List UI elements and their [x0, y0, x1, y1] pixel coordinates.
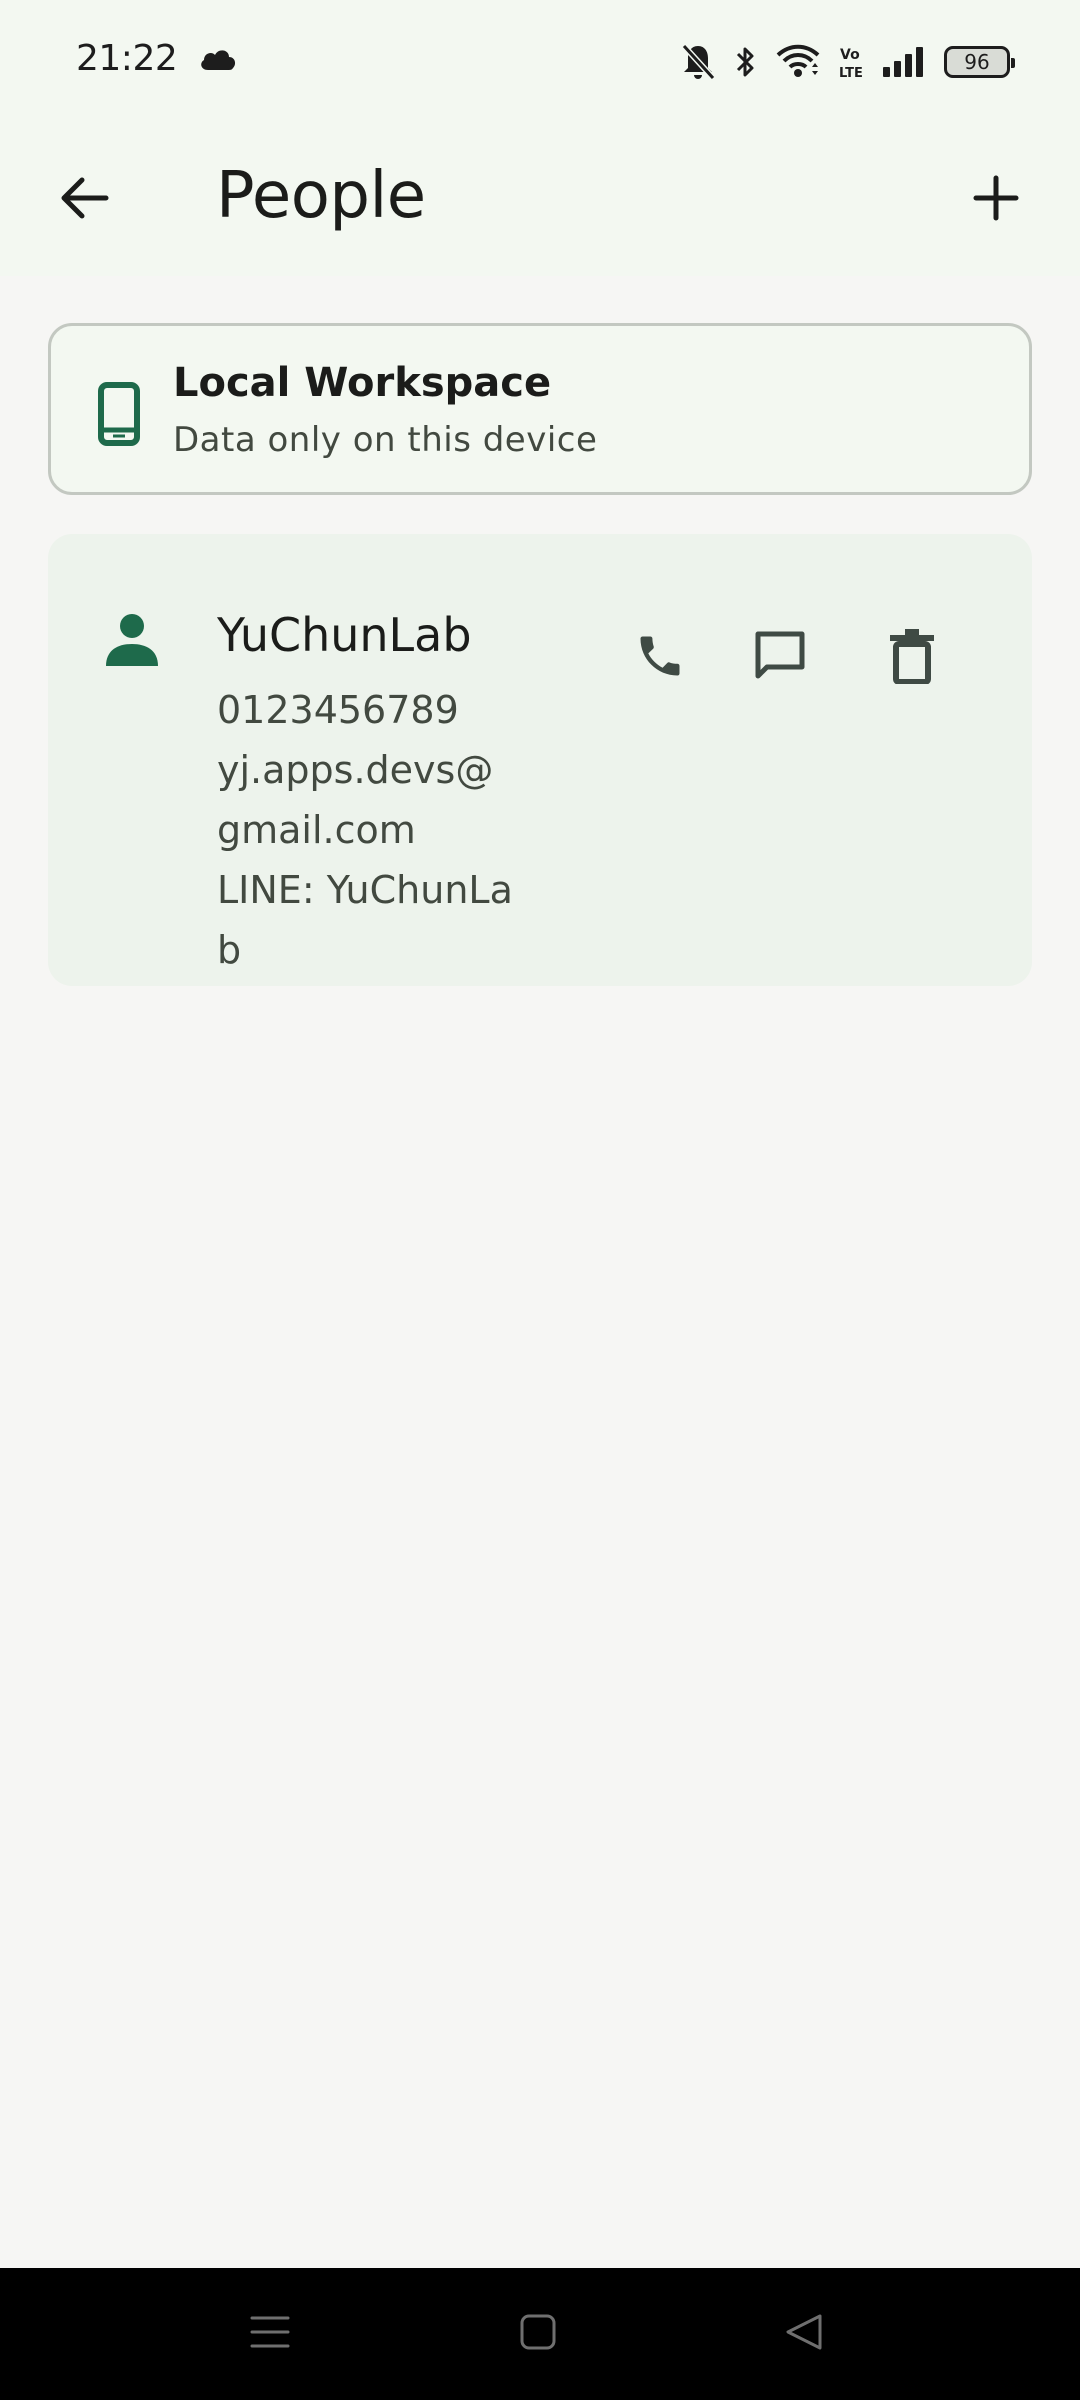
contact-card[interactable]: YuChunLab 0123456789 yj.apps.devs@gmail.… [48, 534, 1032, 986]
svg-text:LTE: LTE [839, 66, 863, 81]
person-icon [104, 612, 160, 668]
page-title: People [216, 159, 426, 233]
app-bar: People [0, 124, 1080, 276]
status-icons: Vo LTE 96 [680, 40, 1015, 84]
contact-phone: 0123456789 [217, 688, 459, 732]
message-button[interactable] [740, 618, 820, 698]
workspace-card[interactable]: Local Workspace Data only on this device [48, 323, 1032, 495]
home-icon [518, 2312, 558, 2356]
delete-button[interactable] [872, 618, 952, 698]
workspace-title: Local Workspace [173, 360, 552, 406]
nav-back-button[interactable] [774, 2304, 834, 2364]
menu-icon [250, 2312, 290, 2356]
volte-icon: Vo LTE [838, 43, 864, 81]
wifi-icon [776, 43, 820, 81]
cloud-icon [198, 44, 238, 74]
battery-icon: 96 [944, 46, 1015, 78]
contact-line-id: LINE: YuChunLab [217, 868, 513, 972]
workspace-subtitle: Data only on this device [173, 420, 598, 460]
svg-text:Vo: Vo [840, 47, 860, 63]
signal-icon [882, 45, 926, 79]
contact-name: YuChunLab [217, 608, 472, 662]
back-triangle-icon [784, 2312, 824, 2356]
message-icon [753, 629, 807, 687]
phone-device-icon [97, 382, 143, 446]
status-bar: 21:22 Vo LTE 96 [0, 0, 1080, 124]
contact-details: 0123456789 yj.apps.devs@gmail.com LINE: … [217, 680, 517, 980]
bluetooth-icon [734, 42, 758, 82]
arrow-left-icon [58, 172, 110, 228]
contact-email: yj.apps.devs@gmail.com [217, 748, 494, 852]
phone-icon [634, 630, 686, 686]
system-nav-bar [0, 2268, 1080, 2400]
status-time: 21:22 [76, 38, 178, 79]
bell-off-icon [680, 42, 716, 82]
nav-menu-button[interactable] [240, 2304, 300, 2364]
plus-icon [972, 174, 1020, 226]
back-button[interactable] [40, 156, 128, 244]
nav-home-button[interactable] [508, 2304, 568, 2364]
add-person-button[interactable] [952, 156, 1040, 244]
call-button[interactable] [620, 618, 700, 698]
trash-icon [889, 628, 935, 688]
